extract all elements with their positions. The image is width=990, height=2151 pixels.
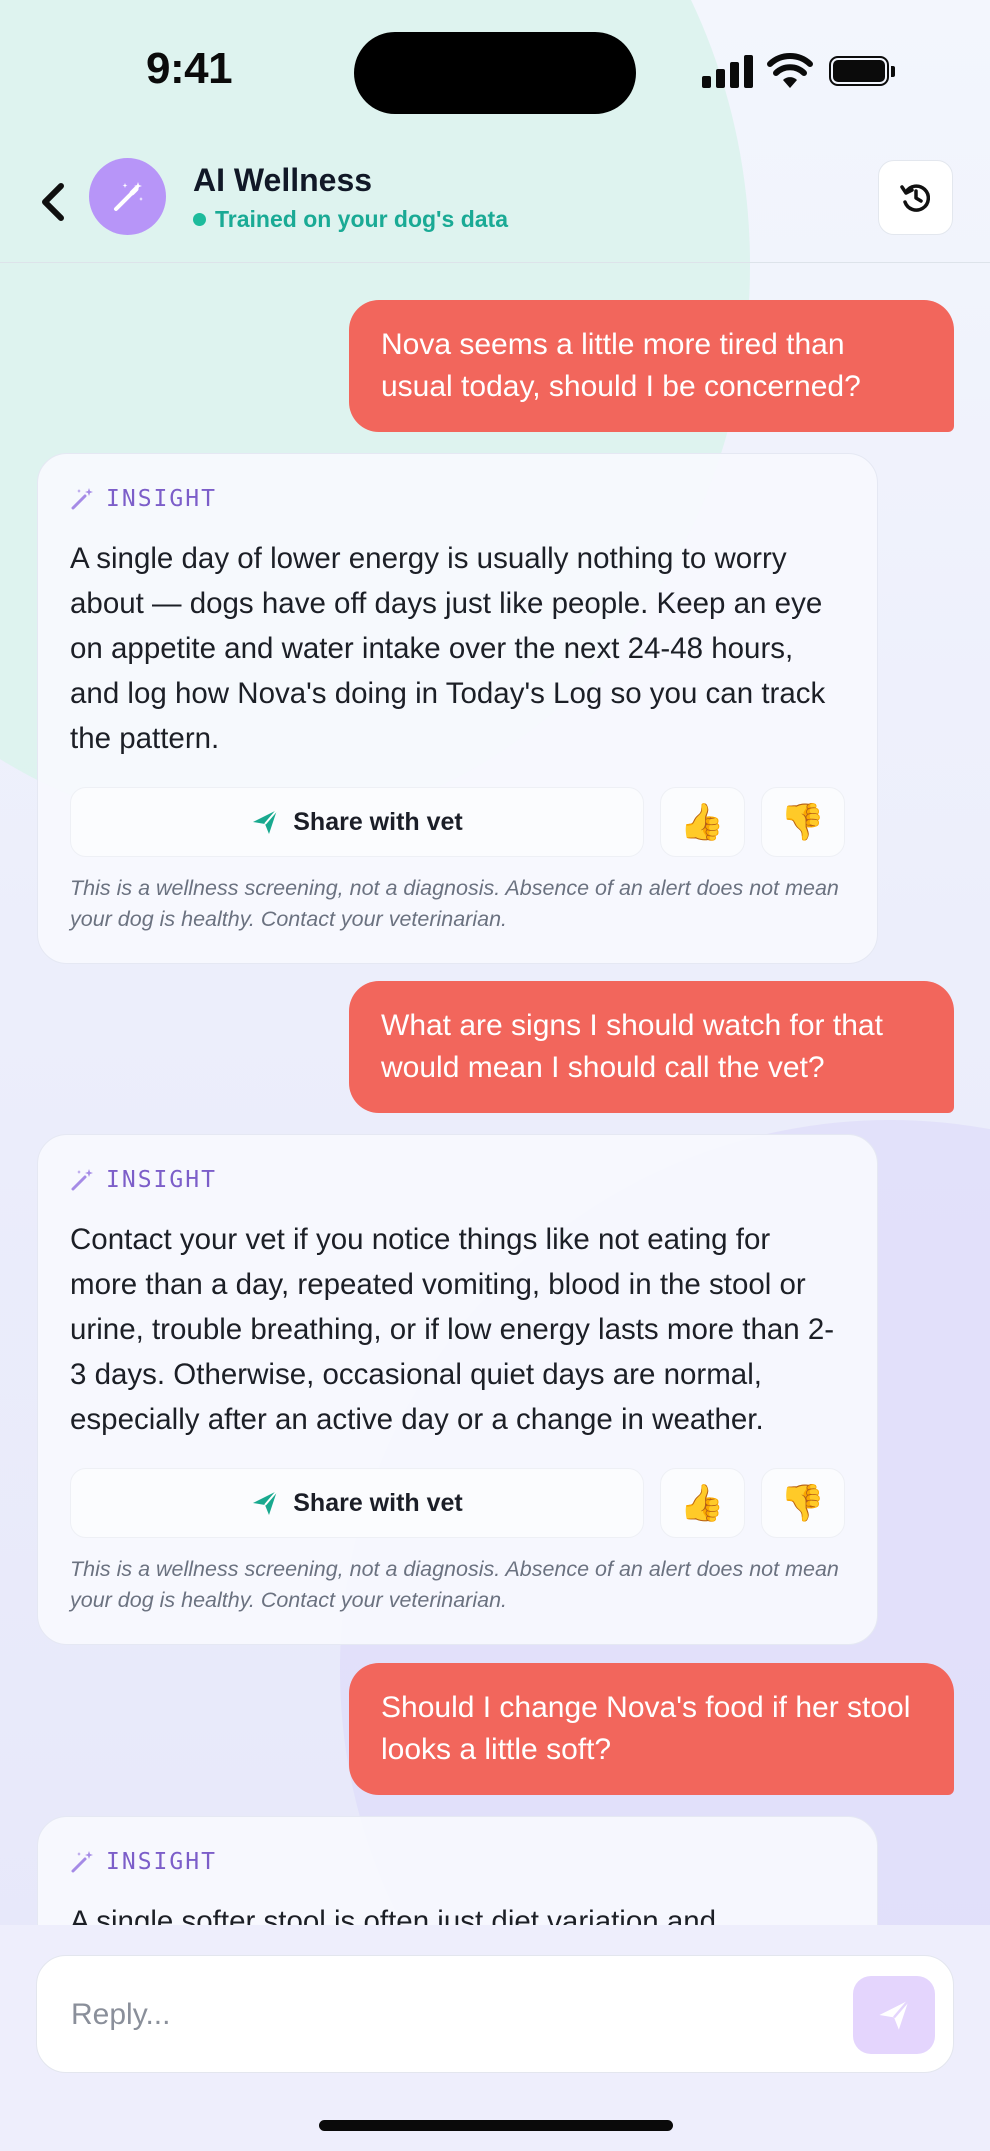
send-icon bbox=[879, 1999, 910, 2030]
composer-area bbox=[0, 1925, 990, 2151]
user-message: Nova seems a little more tired than usua… bbox=[349, 300, 954, 432]
chat-header: AI Wellness Trained on your dog's data bbox=[0, 140, 990, 263]
share-label: Share with vet bbox=[293, 1488, 463, 1517]
magic-wand-icon bbox=[71, 488, 93, 510]
insight-label: INSIGHT bbox=[70, 1847, 845, 1877]
magic-wand-icon bbox=[113, 181, 143, 211]
insight-label-text: INSIGHT bbox=[106, 486, 217, 512]
chat-thread: Nova seems a little more tired than usua… bbox=[0, 263, 990, 1925]
status-time: 9:41 bbox=[146, 44, 233, 93]
user-message: Should I change Nova's food if her stool… bbox=[349, 1663, 954, 1795]
thumbs-down-icon: 👎 bbox=[780, 801, 826, 842]
thumbs-down-button[interactable]: 👎 bbox=[760, 787, 845, 857]
insight-label-text: INSIGHT bbox=[106, 1849, 217, 1875]
wifi-icon bbox=[767, 53, 813, 88]
reply-input[interactable] bbox=[69, 1956, 853, 2074]
magic-wand-icon bbox=[71, 1851, 93, 1873]
ai-response-card: INSIGHT A single softer stool is often j… bbox=[37, 1816, 878, 1925]
insight-label: INSIGHT bbox=[70, 484, 845, 514]
disclaimer: This is a wellness screening, not a diag… bbox=[70, 1557, 839, 1612]
disclaimer: This is a wellness screening, not a diag… bbox=[70, 876, 839, 931]
subtitle-text: Trained on your dog's data bbox=[215, 206, 509, 232]
insight-label-text: INSIGHT bbox=[106, 1167, 217, 1193]
share-with-vet-button[interactable]: Share with vet bbox=[70, 1468, 644, 1538]
thumbs-down-icon: 👎 bbox=[780, 1482, 826, 1523]
thumbs-up-icon: 👍 bbox=[679, 801, 725, 842]
thumbs-up-button[interactable]: 👍 bbox=[660, 787, 745, 857]
share-with-vet-button[interactable]: Share with vet bbox=[70, 787, 644, 857]
cellular-signal-icon bbox=[702, 54, 754, 88]
page-title: AI Wellness bbox=[193, 162, 373, 198]
user-message: What are signs I should watch for that w… bbox=[349, 981, 954, 1113]
battery-icon bbox=[829, 56, 897, 88]
insight-label: INSIGHT bbox=[70, 1165, 845, 1195]
back-button[interactable] bbox=[30, 172, 76, 232]
thumbs-down-button[interactable]: 👎 bbox=[760, 1468, 845, 1538]
ai-response-card: INSIGHT Contact your vet if you notice t… bbox=[37, 1134, 878, 1645]
reply-composer bbox=[36, 1955, 954, 2074]
status-dot bbox=[193, 213, 206, 226]
home-indicator bbox=[319, 2120, 673, 2131]
history-icon bbox=[899, 183, 930, 212]
magic-wand-icon bbox=[71, 1169, 93, 1191]
send-icon bbox=[253, 809, 279, 834]
status-bar: 9:41 bbox=[0, 0, 990, 140]
history-button[interactable] bbox=[878, 160, 953, 235]
ai-message-text: A single day of lower energy is usually … bbox=[70, 542, 826, 755]
ai-response-card: INSIGHT A single day of lower energy is … bbox=[37, 453, 878, 964]
thumbs-up-button[interactable]: 👍 bbox=[660, 1468, 745, 1538]
ai-message-text: A single softer stool is often just diet… bbox=[70, 1905, 717, 1925]
thumbs-up-icon: 👍 bbox=[679, 1482, 725, 1523]
ai-message-text: Contact your vet if you notice things li… bbox=[70, 1223, 835, 1436]
avatar bbox=[89, 158, 166, 235]
chevron-left-icon bbox=[42, 183, 64, 221]
dynamic-island bbox=[354, 32, 636, 114]
response-actions: Share with vet 👍 👎 bbox=[70, 1468, 845, 1538]
send-icon bbox=[253, 1490, 279, 1515]
share-label: Share with vet bbox=[293, 807, 463, 836]
response-actions: Share with vet 👍 👎 bbox=[70, 787, 845, 857]
send-button[interactable] bbox=[853, 1976, 935, 2054]
header-subtitle: Trained on your dog's data bbox=[193, 206, 508, 233]
